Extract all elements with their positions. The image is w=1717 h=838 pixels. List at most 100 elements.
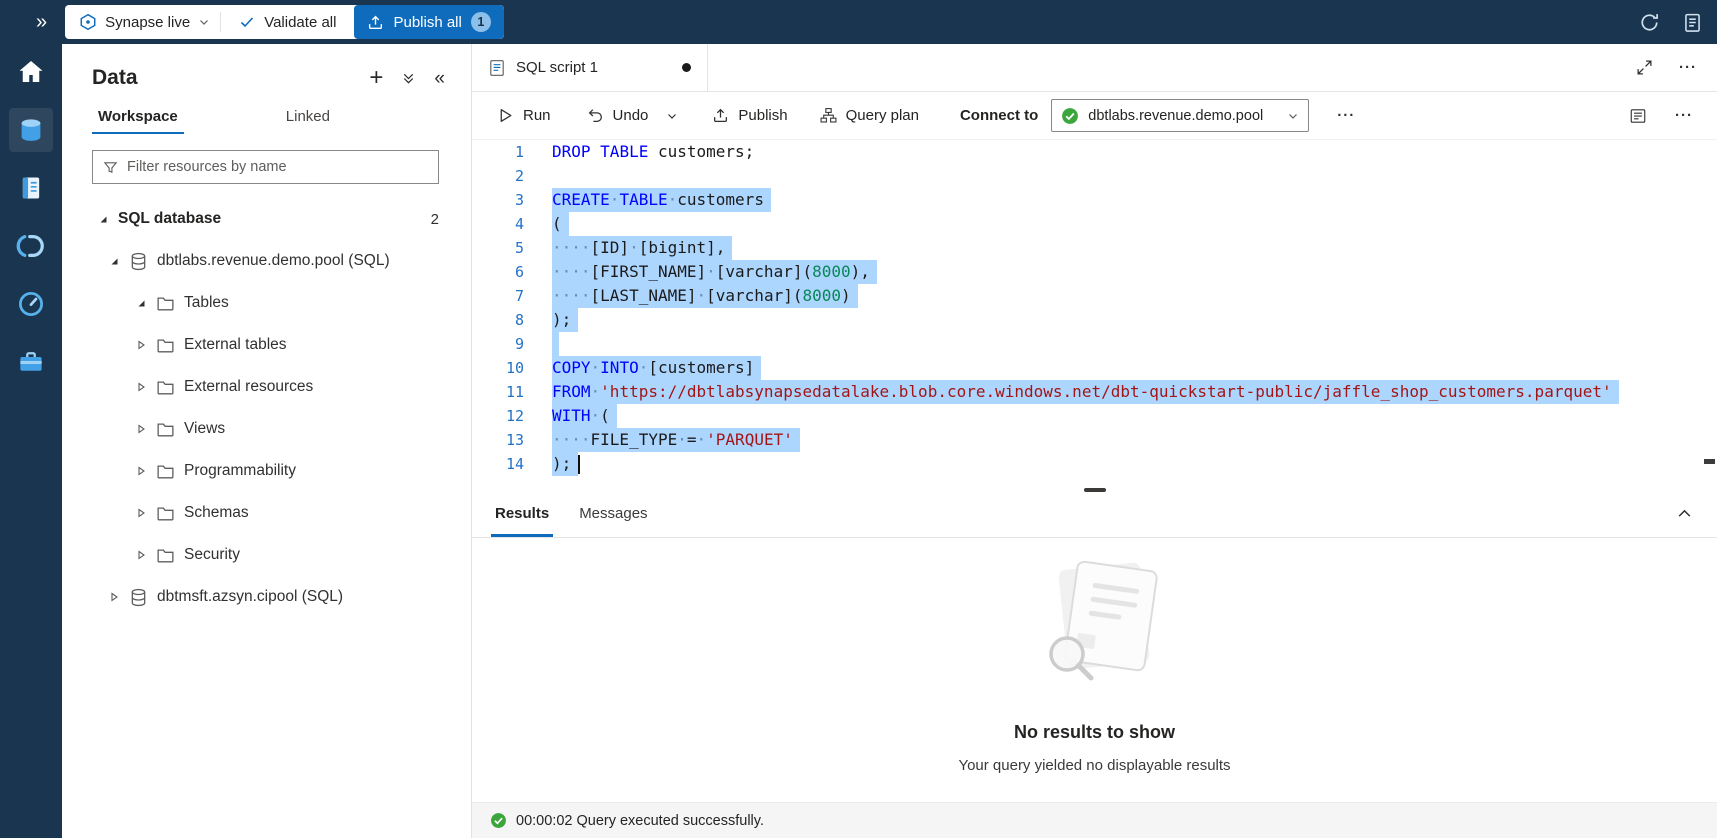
chevron-collapsed-icon[interactable] (134, 381, 148, 393)
tree-item-dbtlabs-revenue-demo-pool-sql[interactable]: dbtlabs.revenue.demo.pool (SQL) (62, 240, 471, 282)
line-number[interactable]: 8 (472, 308, 550, 332)
chevron-expanded-icon[interactable] (134, 297, 148, 309)
tree-item-external-resources[interactable]: External resources (62, 366, 471, 408)
undo-icon (587, 107, 604, 124)
code-line[interactable]: 2 (472, 164, 1717, 188)
code-line[interactable]: 11FROM·'https://dbtlabsynapsedatalake.bl… (472, 380, 1717, 404)
code-line[interactable]: 13····FILE_TYPE·=·'PARQUET' (472, 428, 1717, 452)
integrate-icon[interactable] (9, 224, 53, 268)
tree-item-label: dbtmsft.azsyn.cipool (SQL) (157, 588, 343, 606)
double-chevron-down-icon[interactable] (401, 71, 416, 86)
tree-item-dbtmsft-azsyn-cipool-sql[interactable]: dbtmsft.azsyn.cipool (SQL) (62, 576, 471, 618)
tab-results[interactable]: Results (480, 490, 564, 537)
workspace-mode-group: Synapse live Validate all Publish all 1 (65, 5, 504, 39)
undo-dropdown-caret[interactable] (659, 99, 685, 133)
publish-icon (712, 107, 729, 124)
synapse-live-dropdown[interactable]: Synapse live (75, 5, 220, 39)
manage-icon[interactable] (9, 340, 53, 384)
undo-button[interactable]: Undo (576, 99, 660, 133)
top-bar: » Synapse live Validate all Publish all … (0, 0, 1717, 44)
tab-sql-script-1[interactable]: SQL script 1 (472, 44, 708, 91)
line-number[interactable]: 5 (472, 236, 550, 260)
code-line[interactable]: 6····[FIRST_NAME]·[varchar](8000), (472, 260, 1717, 284)
home-icon[interactable] (9, 50, 53, 94)
code-text: ( (552, 212, 569, 236)
tab-messages-label: Messages (579, 505, 647, 522)
clipboard-icon[interactable] (1682, 12, 1703, 33)
line-number[interactable]: 13 (472, 428, 550, 452)
line-number[interactable]: 6 (472, 260, 550, 284)
tree-item-security[interactable]: Security (62, 534, 471, 576)
tree-item-schemas[interactable]: Schemas (62, 492, 471, 534)
publish-button[interactable]: Publish (701, 99, 798, 133)
add-resource-button[interactable]: + (369, 66, 383, 90)
expand-editor-button[interactable] (1636, 59, 1653, 76)
data-icon[interactable] (9, 108, 53, 152)
code-line[interactable]: 1DROP TABLE customers; (472, 140, 1717, 164)
panel-resize-handle[interactable] (1084, 488, 1106, 492)
tab-workspace[interactable]: Workspace (92, 102, 184, 134)
publish-all-button[interactable]: Publish all 1 (354, 5, 503, 39)
filter-box (92, 150, 439, 184)
chevron-expanded-icon[interactable] (107, 255, 121, 267)
validate-all-button[interactable]: Validate all (221, 5, 354, 39)
code-line[interactable]: 10COPY·INTO·[customers] (472, 356, 1717, 380)
expand-sidebar-button[interactable]: » (0, 12, 47, 32)
chevron-collapsed-icon[interactable] (134, 423, 148, 435)
toolbar-overflow-button[interactable]: ··· (1675, 108, 1693, 123)
line-number[interactable]: 4 (472, 212, 550, 236)
code-line[interactable]: 7····[LAST_NAME]·[varchar](8000) (472, 284, 1717, 308)
tab-messages[interactable]: Messages (564, 490, 662, 537)
database-icon (129, 252, 148, 271)
tree-item-programmability[interactable]: Programmability (62, 450, 471, 492)
tree-item-external-tables[interactable]: External tables (62, 324, 471, 366)
refresh-icon[interactable] (1639, 12, 1660, 33)
line-number[interactable]: 1 (472, 140, 550, 164)
chevron-collapsed-icon[interactable] (134, 507, 148, 519)
line-number[interactable]: 11 (472, 380, 550, 404)
monitor-icon[interactable] (9, 282, 53, 326)
chevron-collapsed-icon[interactable] (134, 339, 148, 351)
line-number[interactable]: 9 (472, 332, 550, 356)
code-editor[interactable]: 1DROP TABLE customers;23CREATE·TABLE·cus… (472, 140, 1717, 490)
query-plan-button[interactable]: Query plan (809, 99, 930, 133)
properties-icon[interactable] (1629, 107, 1647, 125)
tree-item-tables[interactable]: Tables (62, 282, 471, 324)
chevron-expanded-icon[interactable] (96, 213, 110, 225)
code-line[interactable]: 4( (472, 212, 1717, 236)
chevron-collapsed-icon[interactable] (134, 549, 148, 561)
line-number[interactable]: 7 (472, 284, 550, 308)
dirty-indicator (682, 63, 691, 72)
code-line[interactable]: 12WITH·( (472, 404, 1717, 428)
line-number[interactable]: 2 (472, 164, 550, 188)
filter-input[interactable] (127, 159, 428, 175)
line-number[interactable]: 3 (472, 188, 550, 212)
chevron-down-icon (1287, 110, 1299, 122)
develop-icon[interactable] (9, 166, 53, 210)
tab-linked[interactable]: Linked (280, 102, 336, 134)
code-line[interactable]: 14); (472, 452, 1717, 476)
code-text: WITH·( (552, 404, 617, 428)
chevron-collapsed-icon[interactable] (107, 591, 121, 603)
overview-ruler-cursor-mark (1704, 459, 1715, 464)
collapse-panel-button[interactable]: « (434, 69, 445, 88)
line-number[interactable]: 12 (472, 404, 550, 428)
code-line[interactable]: 9 (472, 332, 1717, 356)
mode-label: Synapse live (105, 14, 190, 31)
connect-pool-dropdown[interactable]: dbtlabs.revenue.demo.pool (1051, 99, 1309, 132)
tree-item-views[interactable]: Views (62, 408, 471, 450)
chevron-collapsed-icon[interactable] (134, 465, 148, 477)
code-text: ); (552, 452, 578, 476)
run-button[interactable]: Run (486, 99, 562, 133)
editor-tab-more-button[interactable]: ··· (1679, 60, 1697, 75)
collapse-results-button[interactable] (1676, 505, 1717, 522)
tree-item-sql-database[interactable]: SQL database2 (62, 198, 471, 240)
code-line[interactable]: 5····[ID]·[bigint], (472, 236, 1717, 260)
line-number[interactable]: 14 (472, 452, 550, 476)
folder-icon (156, 546, 175, 565)
line-number[interactable]: 10 (472, 356, 550, 380)
code-line[interactable]: 8); (472, 308, 1717, 332)
code-line[interactable]: 3CREATE·TABLE·customers (472, 188, 1717, 212)
toolbar-more-button[interactable]: ··· (1337, 108, 1355, 123)
sql-script-icon (488, 59, 506, 77)
